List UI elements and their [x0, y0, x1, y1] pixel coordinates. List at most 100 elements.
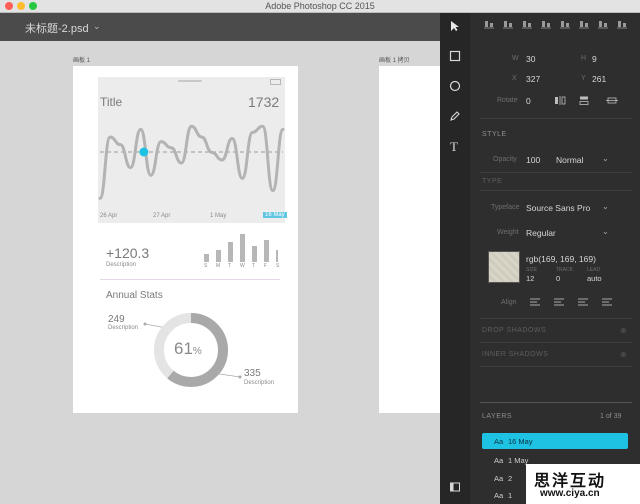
- artboard-tool-icon[interactable]: [449, 481, 461, 493]
- weekday-label: M: [216, 263, 221, 269]
- layers-count: 1 of 39: [600, 413, 622, 420]
- typeface-select[interactable]: Source Sans Pro: [526, 203, 590, 213]
- bar-chart: [204, 234, 278, 262]
- align-option-icon[interactable]: [522, 19, 532, 29]
- text-align-icon[interactable]: [530, 298, 540, 306]
- weekday-labels: SMTWTFS: [198, 263, 279, 270]
- text-align-icon[interactable]: [602, 298, 612, 306]
- donut-unit: %: [192, 346, 202, 357]
- weekday-label: S: [204, 263, 208, 269]
- left-stat-number: 249: [108, 314, 125, 325]
- text-layer-icon: Aa: [494, 456, 504, 465]
- window-title-bar: Adobe Photoshop CC 2015: [0, 0, 640, 13]
- y-field[interactable]: 261: [592, 74, 606, 84]
- align-option-icon[interactable]: [617, 19, 627, 29]
- battery-icon: [270, 79, 281, 85]
- divider: [480, 342, 632, 343]
- rotate-field[interactable]: 0: [526, 96, 531, 106]
- donut-center-label: 61%: [174, 339, 202, 359]
- artboard-label-1[interactable]: 画板 1: [73, 55, 90, 64]
- text-color-swatch[interactable]: [488, 251, 520, 283]
- width-field[interactable]: 30: [526, 54, 535, 64]
- layers-heading: LAYERS: [482, 413, 513, 420]
- left-stat-description: Description: [108, 325, 139, 331]
- callout-dot-left: [143, 322, 147, 326]
- text-layer-icon: Aa: [494, 491, 504, 500]
- align-option-icon[interactable]: [598, 19, 608, 29]
- divider: [480, 366, 632, 367]
- text-color-value[interactable]: rgb(169, 169, 169): [526, 254, 596, 264]
- typeface-label: Typeface: [491, 204, 520, 211]
- weekday-label: T: [252, 263, 256, 269]
- flip-horizontal-icon[interactable]: [554, 96, 566, 105]
- line-series: [98, 124, 285, 200]
- stat-description: Description: [106, 262, 137, 268]
- add-drop-shadow-icon[interactable]: ⊕: [620, 326, 627, 335]
- y-label: Y: [581, 75, 586, 82]
- chevron-down-icon[interactable]: ⌄: [602, 202, 609, 211]
- layer-row-selected[interactable]: [482, 433, 628, 449]
- weekday-label: F: [264, 263, 268, 269]
- date-label-2: 27 Apr: [153, 213, 171, 219]
- date-label-selected[interactable]: 16 May: [263, 212, 287, 218]
- x-label: X: [512, 75, 517, 82]
- tracking-label: TRACK: [556, 267, 573, 273]
- rotate-icon[interactable]: [606, 96, 618, 105]
- right-stat-number: 335: [244, 368, 261, 379]
- blend-mode-select[interactable]: Normal: [556, 155, 583, 165]
- ellipse-tool-icon[interactable]: [449, 80, 461, 92]
- callout-dot-right: [238, 375, 242, 379]
- document-tab[interactable]: 未标题-2.psd: [25, 20, 89, 36]
- type-heading: TYPE: [482, 178, 503, 185]
- watermark-url: www.ciya.cn: [540, 488, 600, 499]
- align-option-icon[interactable]: [484, 19, 494, 29]
- style-heading: STYLE: [482, 131, 507, 138]
- bar-5: [264, 240, 269, 262]
- chevron-down-icon[interactable]: ⌄: [602, 227, 609, 236]
- align-option-icon[interactable]: [541, 19, 551, 29]
- drop-shadows-heading[interactable]: DROP SHADOWS: [482, 327, 546, 334]
- height-field[interactable]: 9: [592, 54, 597, 64]
- leading-field[interactable]: auto: [587, 274, 602, 283]
- opacity-field[interactable]: 100: [526, 155, 540, 165]
- text-align-buttons: [530, 298, 620, 308]
- stat-value: +120.3: [106, 245, 150, 261]
- weekday-label: W: [240, 263, 245, 269]
- chevron-down-icon[interactable]: ⌄: [93, 21, 101, 32]
- pen-tool-icon[interactable]: [449, 110, 461, 122]
- inner-shadows-heading[interactable]: INNER SHADOWS: [482, 351, 548, 358]
- divider: [480, 402, 632, 403]
- artboard-2[interactable]: [379, 66, 440, 413]
- rectangle-tool-icon[interactable]: [449, 50, 461, 62]
- artboard-label-2[interactable]: 画板 1 拷贝: [379, 55, 410, 64]
- align-option-icon[interactable]: [560, 19, 570, 29]
- text-layer-icon: Aa: [494, 437, 504, 446]
- alignment-toolbar: [484, 18, 634, 30]
- x-field[interactable]: 327: [526, 74, 540, 84]
- text-align-icon[interactable]: [578, 298, 588, 306]
- layer-name: 16 May: [508, 437, 533, 446]
- chevron-down-icon[interactable]: ⌄: [602, 154, 609, 163]
- divider: [480, 172, 632, 173]
- bar-1: [216, 250, 221, 262]
- watermark: 思洋互动 www.ciya.cn: [526, 464, 640, 504]
- bar-4: [252, 246, 257, 262]
- text-align-icon[interactable]: [554, 298, 564, 306]
- type-tool-icon[interactable]: T: [450, 139, 458, 155]
- align-option-icon[interactable]: [503, 19, 513, 29]
- add-inner-shadow-icon[interactable]: ⊕: [620, 350, 627, 359]
- text-layer-icon: Aa: [494, 474, 504, 483]
- tracking-field[interactable]: 0: [556, 274, 560, 283]
- opacity-label: Opacity: [493, 156, 517, 163]
- flip-vertical-icon[interactable]: [578, 96, 590, 105]
- size-field[interactable]: 12: [526, 274, 534, 283]
- section-divider: [100, 279, 280, 280]
- align-option-icon[interactable]: [579, 19, 589, 29]
- layer-name[interactable]: 1: [508, 491, 512, 500]
- highlight-point[interactable]: [139, 147, 149, 157]
- line-chart: [98, 124, 285, 200]
- weight-select[interactable]: Regular: [526, 228, 556, 238]
- width-label: W: [512, 55, 519, 62]
- layer-name[interactable]: 2: [508, 474, 512, 483]
- select-arrow-icon[interactable]: [449, 20, 461, 32]
